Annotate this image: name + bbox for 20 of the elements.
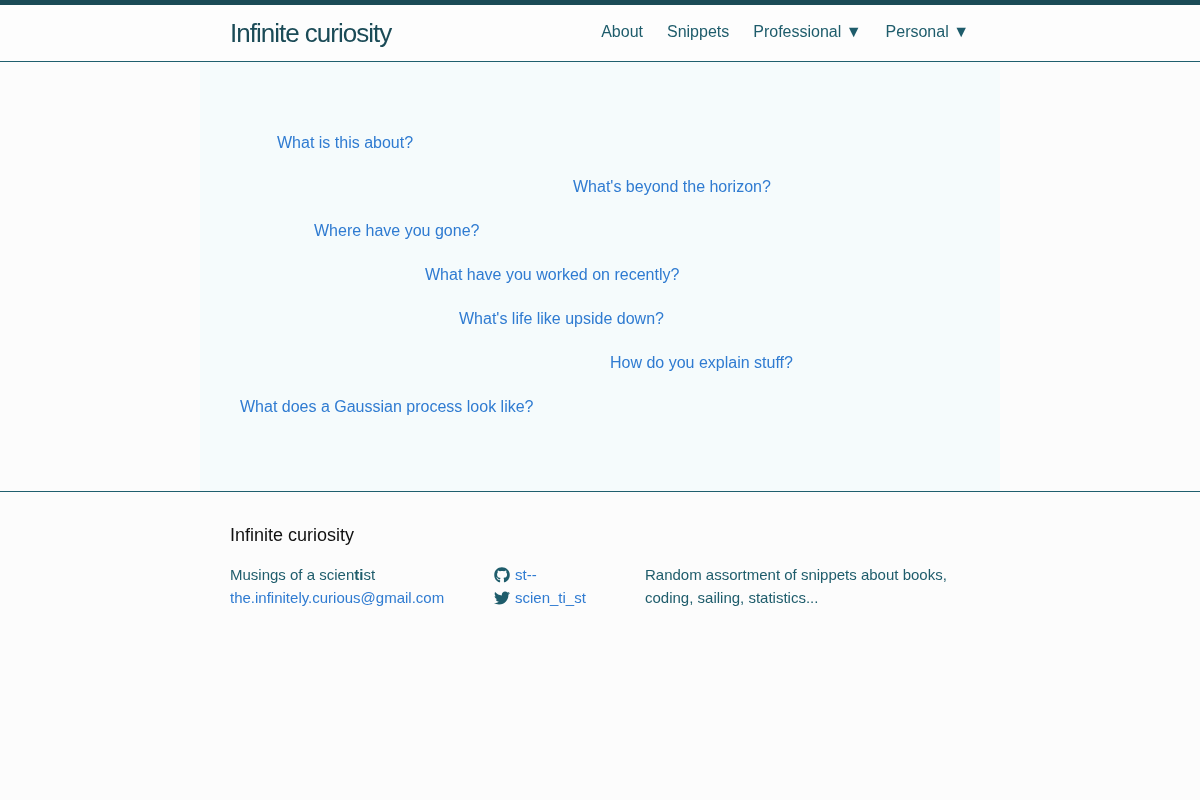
email-link[interactable]: the.infinitely.curious@gmail.com: [230, 586, 445, 609]
site-description: Random assortment of snippets about books, coding, sailing, statistics...: [645, 565, 948, 608]
question-link[interactable]: What does a Gaussian process look like?: [240, 397, 534, 417]
github-octocat-icon[interactable]: [494, 566, 510, 583]
question-link[interactable]: What is this about?: [277, 133, 414, 153]
site-title[interactable]: Infinite curiosity: [230, 17, 392, 48]
nav-dropdown-link[interactable]: Professional ▼: [753, 22, 862, 42]
question-link[interactable]: How do you explain stuff?: [610, 353, 793, 373]
question-link[interactable]: What's beyond the horizon?: [573, 177, 771, 197]
question-link[interactable]: Where have you gone?: [314, 221, 480, 241]
nav-dropdown-link[interactable]: Personal ▼: [885, 22, 969, 42]
social-link[interactable]: st--: [515, 563, 537, 586]
nav-link[interactable]: About: [601, 22, 643, 42]
question-link[interactable]: What have you worked on recently?: [425, 265, 680, 285]
tagline: Musings of a scientist: [230, 565, 376, 585]
footer-title: Infinite curiosity: [230, 524, 356, 546]
nav-link[interactable]: Snippets: [666, 22, 730, 42]
bird-icon[interactable]: [494, 589, 510, 606]
social-link[interactable]: scien_ti_st: [515, 586, 586, 609]
question-link[interactable]: What's life like upside down?: [459, 309, 664, 329]
